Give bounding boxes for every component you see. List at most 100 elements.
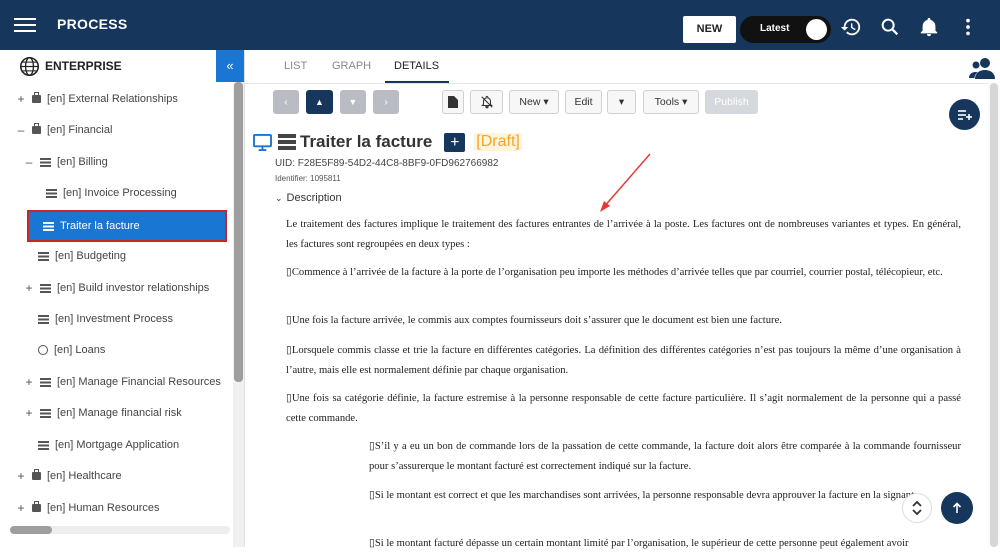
sidebar-item[interactable]: Traiter la facture	[27, 210, 227, 242]
sidebar-item[interactable]: [en] Mortgage Application	[38, 435, 179, 455]
page-title: Traiter la facture	[300, 132, 433, 151]
sidebar-item[interactable]: + [en] Manage Financial Resources	[24, 372, 221, 392]
expand-icon[interactable]: +	[24, 375, 34, 389]
list-icon	[40, 377, 51, 387]
globe-icon	[38, 345, 48, 355]
sidebar-item[interactable]: [en] Investment Process	[38, 309, 173, 329]
sidebar-item[interactable]: – [en] Billing	[24, 152, 108, 172]
description-paragraph: ▯Commence à l’arrivée de la facture à la…	[286, 267, 943, 278]
sidebar-title: ENTERPRISE	[45, 59, 122, 73]
version-toggle-label: Latest	[760, 23, 790, 34]
move-up-button[interactable]: ▲	[306, 90, 333, 114]
collapse-sidebar-button[interactable]: «	[216, 50, 244, 82]
tools-dropdown-button[interactable]: Tools ▾	[643, 90, 699, 114]
sidebar-item-label: [en] Build investor relationships	[57, 282, 210, 294]
expand-icon[interactable]: +	[16, 501, 26, 515]
publish-button[interactable]: Publish	[705, 90, 758, 114]
sidebar-item[interactable]: – [en] Financial	[16, 120, 112, 140]
app-title: PROCESS	[57, 16, 128, 32]
sidebar-item[interactable]: + [en] External Relationships	[16, 89, 178, 109]
description-toggle[interactable]: ⌄ Description	[275, 192, 342, 204]
sidebar-vertical-scrollbar[interactable]	[233, 82, 244, 547]
scrollbar-thumb[interactable]	[234, 82, 243, 382]
expand-icon[interactable]: +	[16, 469, 26, 483]
list-icon	[38, 251, 49, 261]
scrollbar-thumb[interactable]	[990, 83, 998, 547]
scroll-to-top-fab[interactable]	[941, 492, 973, 524]
expand-icon[interactable]: +	[24, 406, 34, 420]
sidebar-item-label: [en] Manage financial risk	[57, 407, 182, 419]
hamburger-menu-icon[interactable]	[14, 14, 36, 36]
sidebar-item[interactable]: + [en] Manage financial risk	[24, 403, 182, 423]
description-paragraph: ▯Si le montant facturé dépasse un certai…	[369, 538, 909, 549]
list-icon	[38, 440, 49, 450]
description-paragraph: ▯Lorsquele commis classe et trie la fact…	[286, 345, 961, 376]
monitor-icon	[253, 133, 272, 151]
bell-icon[interactable]	[918, 16, 940, 38]
search-icon[interactable]	[879, 16, 901, 38]
globe-icon	[19, 56, 40, 77]
sidebar-item[interactable]: + [en] Human Resources	[16, 498, 160, 518]
edit-button[interactable]: Edit	[565, 90, 602, 114]
expand-icon[interactable]: +	[16, 92, 26, 106]
arrow-up-icon	[952, 502, 962, 513]
collapse-icon[interactable]: –	[24, 155, 34, 169]
version-toggle[interactable]: Latest	[740, 16, 831, 43]
tab-details[interactable]: DETAILS	[394, 60, 439, 72]
active-tab-indicator	[385, 81, 449, 83]
playlist-add-fab[interactable]	[949, 99, 980, 130]
edit-dropdown-button[interactable]: ▾	[607, 90, 636, 114]
add-button[interactable]: +	[444, 132, 466, 152]
status-badge: [Draft]	[474, 133, 522, 151]
document-title-row: Traiter la facture + [Draft]	[253, 130, 522, 154]
identifier-value: Identifier: 1095811	[275, 174, 341, 183]
sidebar-item[interactable]: [en] Budgeting	[38, 246, 126, 266]
briefcase-icon	[32, 92, 41, 103]
collapse-icon[interactable]: –	[16, 123, 26, 137]
playlist-add-icon	[957, 109, 972, 120]
expand-icon[interactable]: +	[24, 281, 34, 295]
sidebar-item-label: [en] Manage Financial Resources	[57, 376, 221, 388]
sidebar-item[interactable]: [en] Invoice Processing	[46, 183, 177, 203]
chevron-left-icon: ‹	[284, 96, 288, 108]
more-vert-icon[interactable]	[957, 16, 979, 38]
briefcase-icon	[32, 469, 41, 480]
tab-list[interactable]: LIST	[284, 60, 307, 72]
chevron-up-icon: ▲	[315, 97, 324, 107]
description-paragraph: ▯S’il y a eu un bon de commande lors de …	[369, 441, 961, 472]
sidebar-item[interactable]: [en] Loans	[38, 340, 105, 360]
document-button[interactable]	[442, 90, 464, 114]
list-icon	[40, 408, 51, 418]
new-dropdown-button[interactable]: New ▾	[509, 90, 559, 114]
sidebar-item[interactable]: + [en] Healthcare	[16, 466, 122, 486]
move-down-button[interactable]: ▼	[340, 90, 366, 114]
document-icon	[448, 96, 458, 108]
new-button[interactable]: NEW	[683, 16, 736, 43]
list-icon	[46, 188, 57, 198]
scrollbar-thumb[interactable]	[10, 526, 52, 534]
notifications-off-button[interactable]	[470, 90, 503, 114]
sidebar-item-label: [en] Human Resources	[47, 502, 160, 514]
expand-collapse-fab[interactable]	[902, 493, 932, 523]
list-icon	[38, 314, 49, 324]
sidebar-item-label: [en] Mortgage Application	[55, 439, 180, 451]
chevron-down-icon: ▼	[348, 97, 358, 107]
list-icon	[40, 283, 51, 293]
chevron-right-icon: ›	[384, 96, 388, 108]
sidebar-item[interactable]: + [en] Build investor relationships	[24, 278, 209, 298]
tab-graph[interactable]: GRAPH	[332, 60, 371, 72]
users-icon[interactable]	[969, 56, 997, 80]
history-icon[interactable]	[840, 16, 862, 38]
sidebar-item-label: [en] Loans	[54, 344, 106, 356]
sidebar-item-label: [en] Billing	[57, 156, 108, 168]
main-vertical-scrollbar[interactable]	[988, 83, 1000, 547]
next-button[interactable]: ›	[373, 90, 399, 114]
description-paragraph: ▯Si le montant est correct et que les ma…	[369, 490, 917, 501]
description-paragraph: ▯Une fois la facture arrivée, le commis …	[286, 315, 782, 326]
briefcase-icon	[32, 501, 41, 512]
sidebar-horizontal-scrollbar[interactable]	[10, 526, 230, 534]
bell-off-icon	[480, 95, 493, 109]
sidebar-item-label: [en] Budgeting	[55, 250, 126, 262]
sidebar-header: ENTERPRISE «	[0, 50, 244, 82]
previous-button[interactable]: ‹	[273, 90, 299, 114]
